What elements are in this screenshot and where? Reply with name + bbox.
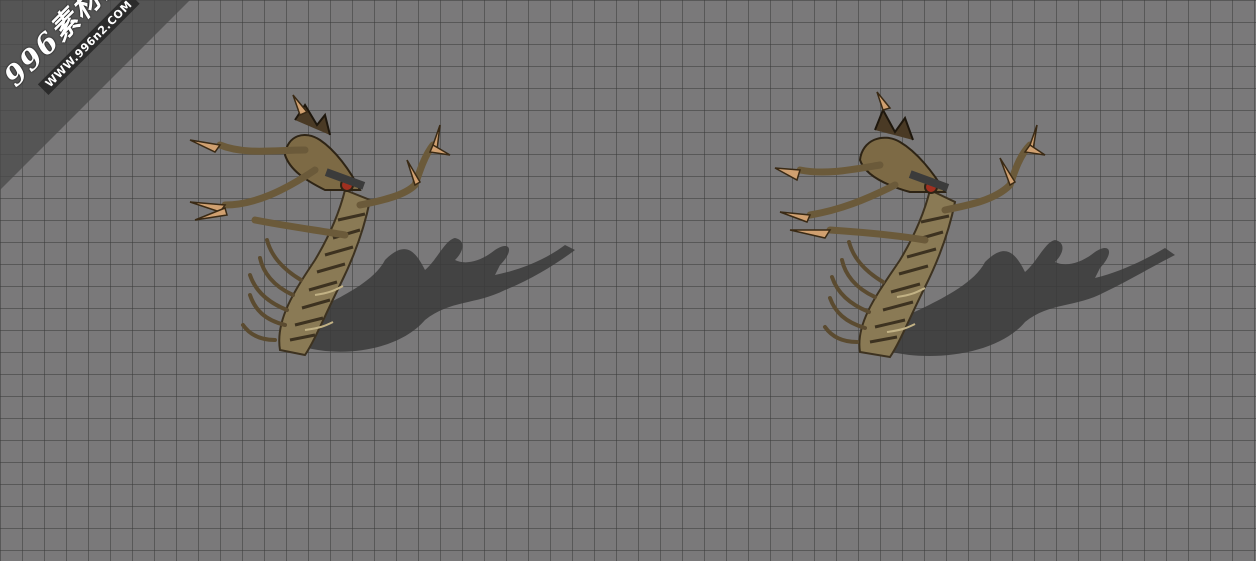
game-sprite-canvas: 996素材网 WWW.996n2.COM [0,0,1256,561]
centipede-demon-drawing [189,94,575,357]
watermark: 996素材网 WWW.996n2.COM [0,0,200,200]
watermark-brand: 996素材网 [0,0,131,93]
centipede-demon-sprite-2 [765,90,1185,380]
centipede-demon-sprite-1 [175,90,595,380]
watermark-url: WWW.996n2.COM [37,0,140,95]
demon-torso [858,107,950,194]
centipede-demon-drawing [774,91,1175,359]
watermark-banner [0,0,190,190]
watermark-text: 996素材网 WWW.996n2.COM [0,0,145,108]
